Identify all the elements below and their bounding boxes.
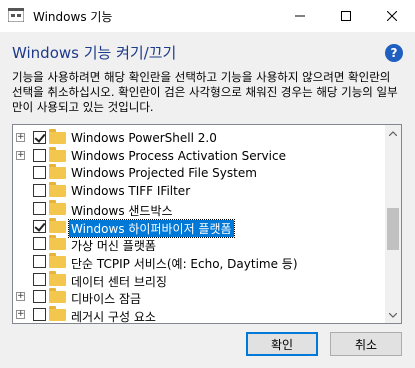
feature-checkbox[interactable]: [33, 166, 46, 180]
expand-icon[interactable]: +: [16, 292, 25, 302]
expand-icon[interactable]: +: [16, 310, 25, 319]
feature-checkbox[interactable]: [33, 290, 46, 304]
feature-tree[interactable]: + Windows PowerShell 2.0 + Windows Process …: [12, 124, 402, 324]
feature-label: Windows Process Activation Service: [71, 148, 286, 163]
scroll-up-icon[interactable]: [385, 125, 401, 141]
folder-icon: [49, 199, 66, 215]
feature-label: Windows PowerShell 2.0: [71, 131, 217, 145]
feature-row[interactable]: Windows 하이퍼바이저 플랫폼: [13, 217, 385, 238]
folder-icon: [49, 217, 66, 233]
ok-button[interactable]: 확인: [246, 332, 318, 356]
feature-label: Windows 하이퍼바이저 플랫폼: [68, 218, 235, 238]
scroll-down-icon[interactable]: [385, 307, 401, 323]
window-title: Windows 기능: [33, 10, 113, 24]
feature-row[interactable]: 데이터 센터 브리징: [13, 270, 385, 289]
expand-icon[interactable]: +: [16, 150, 25, 160]
feature-row[interactable]: + Windows Process Activation Service: [13, 146, 385, 165]
feature-checkbox[interactable]: [33, 254, 46, 268]
feature-row[interactable]: + 레거시 구성 요소: [13, 306, 385, 324]
cancel-button[interactable]: 취소: [330, 332, 402, 356]
feature-checkbox[interactable]: [33, 184, 46, 198]
feature-row[interactable]: 가상 머신 플랫폼: [13, 235, 385, 253]
minimize-button[interactable]: [277, 0, 323, 32]
feature-row[interactable]: + 디바이스 잠금: [13, 288, 385, 306]
feature-row[interactable]: Windows TIFF IFilter: [13, 182, 385, 200]
folder-icon: [49, 129, 66, 144]
feature-label: 디바이스 잠금: [71, 292, 142, 307]
feature-label: 가상 머신 플랫폼: [71, 239, 156, 254]
minimize-icon: [295, 15, 305, 17]
maximize-icon: [341, 11, 351, 21]
help-icon[interactable]: ?: [385, 44, 403, 62]
feature-row[interactable]: 단순 TCPIP 서비스(예: Echo, Daytime 등): [13, 252, 385, 271]
dialog-body: Windows 기능 켜기/끄기 ? 기능을 사용하려면 해당 확인란을 선택하…: [0, 32, 415, 368]
feature-label: Windows TIFF IFilter: [71, 184, 191, 199]
folder-icon: [49, 146, 66, 162]
feature-checkbox[interactable]: [33, 131, 46, 144]
description-text: 기능을 사용하려면 해당 확인란을 선택하고 기능을 사용하지 않으려면 확인란…: [12, 70, 398, 114]
scroll-thumb[interactable]: [387, 208, 399, 250]
vertical-scrollbar[interactable]: [385, 125, 401, 323]
folder-icon: [49, 182, 66, 198]
feature-checkbox[interactable]: [33, 308, 46, 321]
folder-icon: [49, 252, 66, 268]
feature-checkbox[interactable]: [33, 237, 46, 251]
expand-icon[interactable]: +: [16, 133, 25, 142]
close-button[interactable]: [369, 0, 415, 32]
feature-label: 단순 TCPIP 서비스(예: Echo, Daytime 등): [71, 256, 298, 271]
feature-label: 레거시 구성 요소: [71, 310, 156, 324]
feature-label: Windows 샌드박스: [71, 203, 173, 218]
feature-row[interactable]: Windows Projected File System: [13, 164, 385, 182]
feature-row[interactable]: Windows 샌드박스: [13, 199, 385, 218]
feature-label: 데이터 센터 브리징: [71, 274, 167, 289]
feature-checkbox[interactable]: [33, 148, 46, 162]
page-heading: Windows 기능 켜기/끄기: [12, 44, 177, 62]
feature-checkbox[interactable]: [33, 272, 46, 286]
feature-row[interactable]: + Windows PowerShell 2.0: [13, 129, 385, 147]
folder-icon: [49, 288, 66, 304]
feature-checkbox[interactable]: [33, 219, 46, 233]
app-icon: [8, 8, 24, 22]
folder-icon: [49, 164, 66, 180]
feature-checkbox[interactable]: [33, 201, 46, 215]
folder-icon: [49, 235, 66, 251]
title-bar: Windows 기능: [0, 0, 415, 32]
feature-label: Windows Projected File System: [71, 166, 257, 181]
close-icon: [387, 11, 397, 21]
folder-icon: [49, 306, 66, 321]
maximize-button[interactable]: [323, 0, 369, 32]
folder-icon: [49, 270, 66, 286]
